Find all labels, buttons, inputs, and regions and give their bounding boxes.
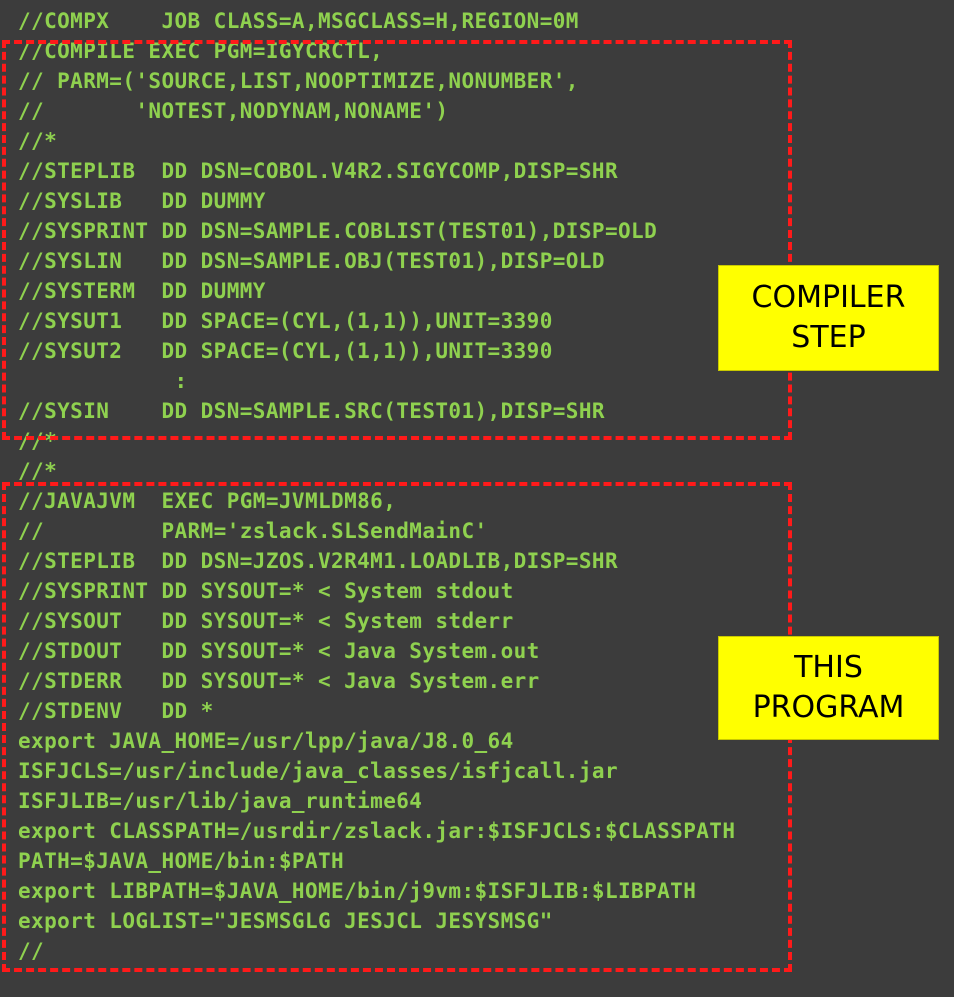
this-program-highlight bbox=[2, 482, 792, 972]
compiler-step-callout-line2: STEP bbox=[791, 320, 866, 355]
this-program-callout-line2: PROGRAM bbox=[752, 690, 905, 725]
compiler-step-callout-line1: COMPILER bbox=[751, 280, 906, 315]
this-program-callout: THIS PROGRAM bbox=[718, 636, 939, 740]
compiler-step-callout: COMPILER STEP bbox=[718, 265, 939, 371]
compiler-step-highlight bbox=[2, 40, 792, 440]
this-program-callout-line1: THIS bbox=[794, 650, 863, 685]
code-line: //COMPX JOB CLASS=A,MSGCLASS=H,REGION=0M bbox=[18, 9, 579, 33]
